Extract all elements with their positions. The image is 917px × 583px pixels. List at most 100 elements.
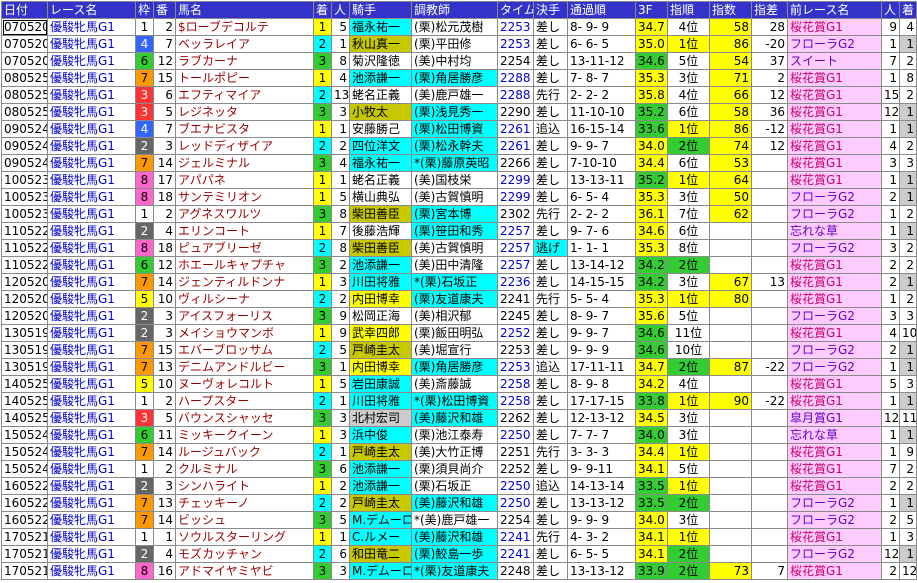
horse-cell[interactable]: エリンコート bbox=[175, 222, 314, 240]
horse-cell[interactable]: エバーブロッサム bbox=[175, 341, 314, 359]
table-row[interactable]: 100523 優駿牝馬G1 1 2 アグネスワルツ 3 8 柴田善臣 (栗)宮本博 2302 先行 2… bbox=[1, 205, 917, 223]
table-row[interactable]: 140525 優駿牝馬G1 3 5 バウンスシャッセ 3 3 北村宏司 (美)藤沢和雄 2262 差… bbox=[1, 409, 917, 427]
table-row[interactable]: 160522 優駿牝馬G1 7 13 チェッキーノ 2 2 戸崎圭太 (美)藤沢和雄 2250 差し… bbox=[1, 494, 917, 512]
column-header[interactable]: 指差 bbox=[751, 1, 788, 19]
column-header[interactable]: レース名 bbox=[47, 1, 136, 19]
column-header[interactable]: 人 bbox=[881, 1, 900, 19]
horse-cell[interactable]: ミッキークイーン bbox=[175, 426, 314, 444]
column-header[interactable]: 調教師 bbox=[411, 1, 498, 19]
column-header[interactable]: 3F bbox=[635, 1, 668, 19]
column-header[interactable]: タイム bbox=[497, 1, 534, 19]
horse-cell[interactable]: トールポピー bbox=[175, 69, 314, 87]
table-row[interactable]: 170521 優駿牝馬G1 2 4 モズカッチャン 2 6 和田竜二 (栗)鮫島一歩 2241 差し… bbox=[1, 545, 917, 563]
horse-cell[interactable]: アグネスワルツ bbox=[175, 205, 314, 223]
finish-cell: 3 bbox=[313, 562, 332, 580]
passing-cell: 8- 9- 7 bbox=[567, 307, 636, 325]
table-row[interactable]: 080525 優駿牝馬G1 3 5 レジネッタ 3 3 小牧太 (栗)浅見秀一 2290 差し 11-… bbox=[1, 103, 917, 121]
table-row[interactable]: 110522 優駿牝馬G1 2 4 エリンコート 1 7 後藤浩輝 (栗)笹田和秀 2257 差し 9… bbox=[1, 222, 917, 240]
table-row[interactable]: 130519 優駿牝馬G1 2 3 メイショウマンボ 1 9 武幸四郎 (栗)飯田明弘 2252 差… bbox=[1, 324, 917, 342]
prev-race-cell: 桜花賞G1 bbox=[787, 137, 882, 155]
horse-cell[interactable]: ヌーヴォレコルト bbox=[175, 375, 314, 393]
table-row[interactable]: 080525 優駿牝馬G1 3 6 エフティマイア 2 13 蛯名正義 (美)鹿戸雄一 2288 先… bbox=[1, 86, 917, 104]
index-diff-cell bbox=[751, 494, 788, 512]
column-header[interactable]: 枠 bbox=[135, 1, 154, 19]
last3f-cell: 33.6 bbox=[635, 120, 668, 138]
table-row[interactable]: 170521 優駿牝馬G1 1 1 ソウルスターリング 1 1 C.ルメー (美)藤沢和雄 224… bbox=[1, 528, 917, 546]
table-row[interactable]: 160522 優駿牝馬G1 7 14 ビッシュ 3 5 M.デムーロ *(美)鹿戸雄一 2254 差… bbox=[1, 511, 917, 529]
popularity-cell: 3 bbox=[331, 409, 350, 427]
table-row[interactable]: 130519 優駿牝馬G1 7 13 デニムアンドルビー 3 1 内田博幸 (栗)角居勝彦 225… bbox=[1, 358, 917, 376]
table-row[interactable]: 130519 優駿牝馬G1 7 15 エバーブロッサム 2 5 戸崎圭太 (美)堀宣行 2253 差… bbox=[1, 341, 917, 359]
horse-cell[interactable]: ホエールキャプチャ bbox=[175, 256, 314, 274]
table-row[interactable]: 070520 優駿牝馬G1 4 7 ベッラレイア 2 1 秋山真一 (栗)平田修 2253 差し 6-… bbox=[1, 35, 917, 53]
table-row[interactable]: 160522 優駿牝馬G1 2 3 シンハライト 1 2 池添謙一 (栗)石坂正 2250 追込 14… bbox=[1, 477, 917, 495]
column-header[interactable]: 人 bbox=[331, 1, 350, 19]
table-row[interactable]: 170521 優駿牝馬G1 8 16 アドマイヤミヤビ 3 3 M.デムーロ *(栗)友道康夫 2… bbox=[1, 562, 917, 580]
horse-cell[interactable]: チェッキーノ bbox=[175, 494, 314, 512]
style-cell: 差し bbox=[533, 494, 568, 512]
table-row[interactable]: 090524 優駿牝馬G1 4 7 ブエナビスタ 1 1 安藤勝己 (栗)松田博資 2261 追込 1… bbox=[1, 120, 917, 138]
table-row[interactable]: 140525 優駿牝馬G1 5 10 ヌーヴォレコルト 1 5 岩田康誠 (美)斎藤誠 2258 差… bbox=[1, 375, 917, 393]
horse-cell[interactable]: アイスフォーリス bbox=[175, 307, 314, 325]
table-row[interactable]: 100523 優駿牝馬G1 8 17 アパパネ 1 1 蛯名正義 (美)国枝栄 2299 差し 13-… bbox=[1, 171, 917, 189]
horse-cell[interactable]: ラブカーナ bbox=[175, 52, 314, 70]
column-header[interactable]: 決手 bbox=[533, 1, 568, 19]
horse-cell[interactable]: ベッラレイア bbox=[175, 35, 314, 53]
table-row[interactable]: 120520 優駿牝馬G1 2 3 アイスフォーリス 3 9 松岡正海 (美)相沢郁 2245 差し… bbox=[1, 307, 917, 325]
horse-cell[interactable]: ヴィルシーナ bbox=[175, 290, 314, 308]
column-header[interactable]: 前レース名 bbox=[787, 1, 882, 19]
jockey-cell: 和田竜二 bbox=[349, 545, 412, 563]
horse-cell[interactable]: $ローブデコルテ bbox=[175, 18, 314, 36]
horse-cell[interactable]: ジェンティルドンナ bbox=[175, 273, 314, 291]
horse-cell[interactable]: ルージュバック bbox=[175, 443, 314, 461]
table-row[interactable]: 090524 優駿牝馬G1 7 14 ジェルミナル 3 4 福永祐一 *(栗)藤原英昭 2266 差… bbox=[1, 154, 917, 172]
column-header[interactable]: 通過順 bbox=[567, 1, 636, 19]
horse-cell[interactable]: ジェルミナル bbox=[175, 154, 314, 172]
horse-cell[interactable]: ピュアブリーゼ bbox=[175, 239, 314, 257]
table-row[interactable]: 150524 優駿牝馬G1 7 14 ルージュバック 2 1 戸崎圭太 (美)大竹正博 2251 先… bbox=[1, 443, 917, 461]
index-cell bbox=[709, 477, 752, 495]
horse-cell[interactable]: アパパネ bbox=[175, 171, 314, 189]
column-header[interactable]: 騎手 bbox=[349, 1, 412, 19]
horse-cell[interactable]: ブエナビスタ bbox=[175, 120, 314, 138]
table-row[interactable]: 150524 優駿牝馬G1 1 2 クルミナル 3 6 池添謙一 (栗)須貝尚介 2252 差し 9-… bbox=[1, 460, 917, 478]
table-row[interactable]: 120520 優駿牝馬G1 5 10 ヴィルシーナ 2 2 内田博幸 (栗)友道康夫 2241 先行… bbox=[1, 290, 917, 308]
table-row[interactable]: 140525 優駿牝馬G1 1 2 ハープスター 2 1 川田将雅 *(栗)松田博資 2258 差し… bbox=[1, 392, 917, 410]
horse-cell[interactable]: ハープスター bbox=[175, 392, 314, 410]
horse-cell[interactable]: デニムアンドルビー bbox=[175, 358, 314, 376]
table-row[interactable]: 080525 優駿牝馬G1 7 15 トールポピー 1 4 池添謙一 (栗)角居勝彦 2288 差し… bbox=[1, 69, 917, 87]
table-row[interactable]: 100523 優駿牝馬G1 8 18 サンテミリオン 1 5 横山典弘 (美)古賀慎明 2299 差… bbox=[1, 188, 917, 206]
horse-cell[interactable]: クルミナル bbox=[175, 460, 314, 478]
date-cell: 090524 bbox=[1, 154, 48, 172]
column-header[interactable]: 着 bbox=[313, 1, 332, 19]
prev-finish-cell: 2 bbox=[899, 205, 917, 223]
table-row[interactable]: 110522 優駿牝馬G1 8 18 ピュアブリーゼ 2 8 柴田善臣 (美)古賀慎明 2257 逃… bbox=[1, 239, 917, 257]
horse-cell[interactable]: サンテミリオン bbox=[175, 188, 314, 206]
horse-cell[interactable]: メイショウマンボ bbox=[175, 324, 314, 342]
jockey-cell: 戸崎圭太 bbox=[349, 341, 412, 359]
column-header[interactable]: 馬名 bbox=[175, 1, 314, 19]
horse-cell[interactable]: レッドディザイア bbox=[175, 137, 314, 155]
horse-cell[interactable]: ソウルスターリング bbox=[175, 528, 314, 546]
column-header[interactable]: 指順 bbox=[667, 1, 710, 19]
horse-cell[interactable]: ビッシュ bbox=[175, 511, 314, 529]
date-cell: 100523 bbox=[1, 171, 48, 189]
table-row[interactable]: 070520 優駿牝馬G1 1 2 $ローブデコルテ 1 5 福永祐一 (栗)松元茂樹 2253 差… bbox=[1, 18, 917, 36]
horse-cell[interactable]: エフティマイア bbox=[175, 86, 314, 104]
horse-cell[interactable]: レジネッタ bbox=[175, 103, 314, 121]
horse-cell[interactable]: モズカッチャン bbox=[175, 545, 314, 563]
table-row[interactable]: 150524 優駿牝馬G1 6 11 ミッキークイーン 1 3 浜中俊 (栗)池江泰寿 2250 差… bbox=[1, 426, 917, 444]
table-row[interactable]: 120520 優駿牝馬G1 7 14 ジェンティルドンナ 1 3 川田将雅 *(栗)石坂正 223… bbox=[1, 273, 917, 291]
column-header[interactable]: 番 bbox=[153, 1, 176, 19]
column-header[interactable]: 着 bbox=[899, 1, 917, 19]
horse-cell[interactable]: バウンスシャッセ bbox=[175, 409, 314, 427]
table-row[interactable]: 070520 優駿牝馬G1 6 12 ラブカーナ 3 8 菊沢隆徳 (美)中村均 2254 差し 13… bbox=[1, 52, 917, 70]
column-header[interactable]: 日付 bbox=[1, 1, 48, 19]
table-row[interactable]: 110522 優駿牝馬G1 6 12 ホエールキャプチャ 3 2 池添謙一 (美)田中清隆 225… bbox=[1, 256, 917, 274]
passing-cell: 4- 3- 2 bbox=[567, 528, 636, 546]
table-row[interactable]: 090524 優駿牝馬G1 2 3 レッドディザイア 2 2 四位洋文 (栗)松永幹夫 2261 差… bbox=[1, 137, 917, 155]
column-header[interactable]: 指数 bbox=[709, 1, 752, 19]
horse-cell[interactable]: シンハライト bbox=[175, 477, 314, 495]
number-cell: 13 bbox=[153, 358, 176, 376]
horse-cell[interactable]: アドマイヤミヤビ bbox=[175, 562, 314, 580]
